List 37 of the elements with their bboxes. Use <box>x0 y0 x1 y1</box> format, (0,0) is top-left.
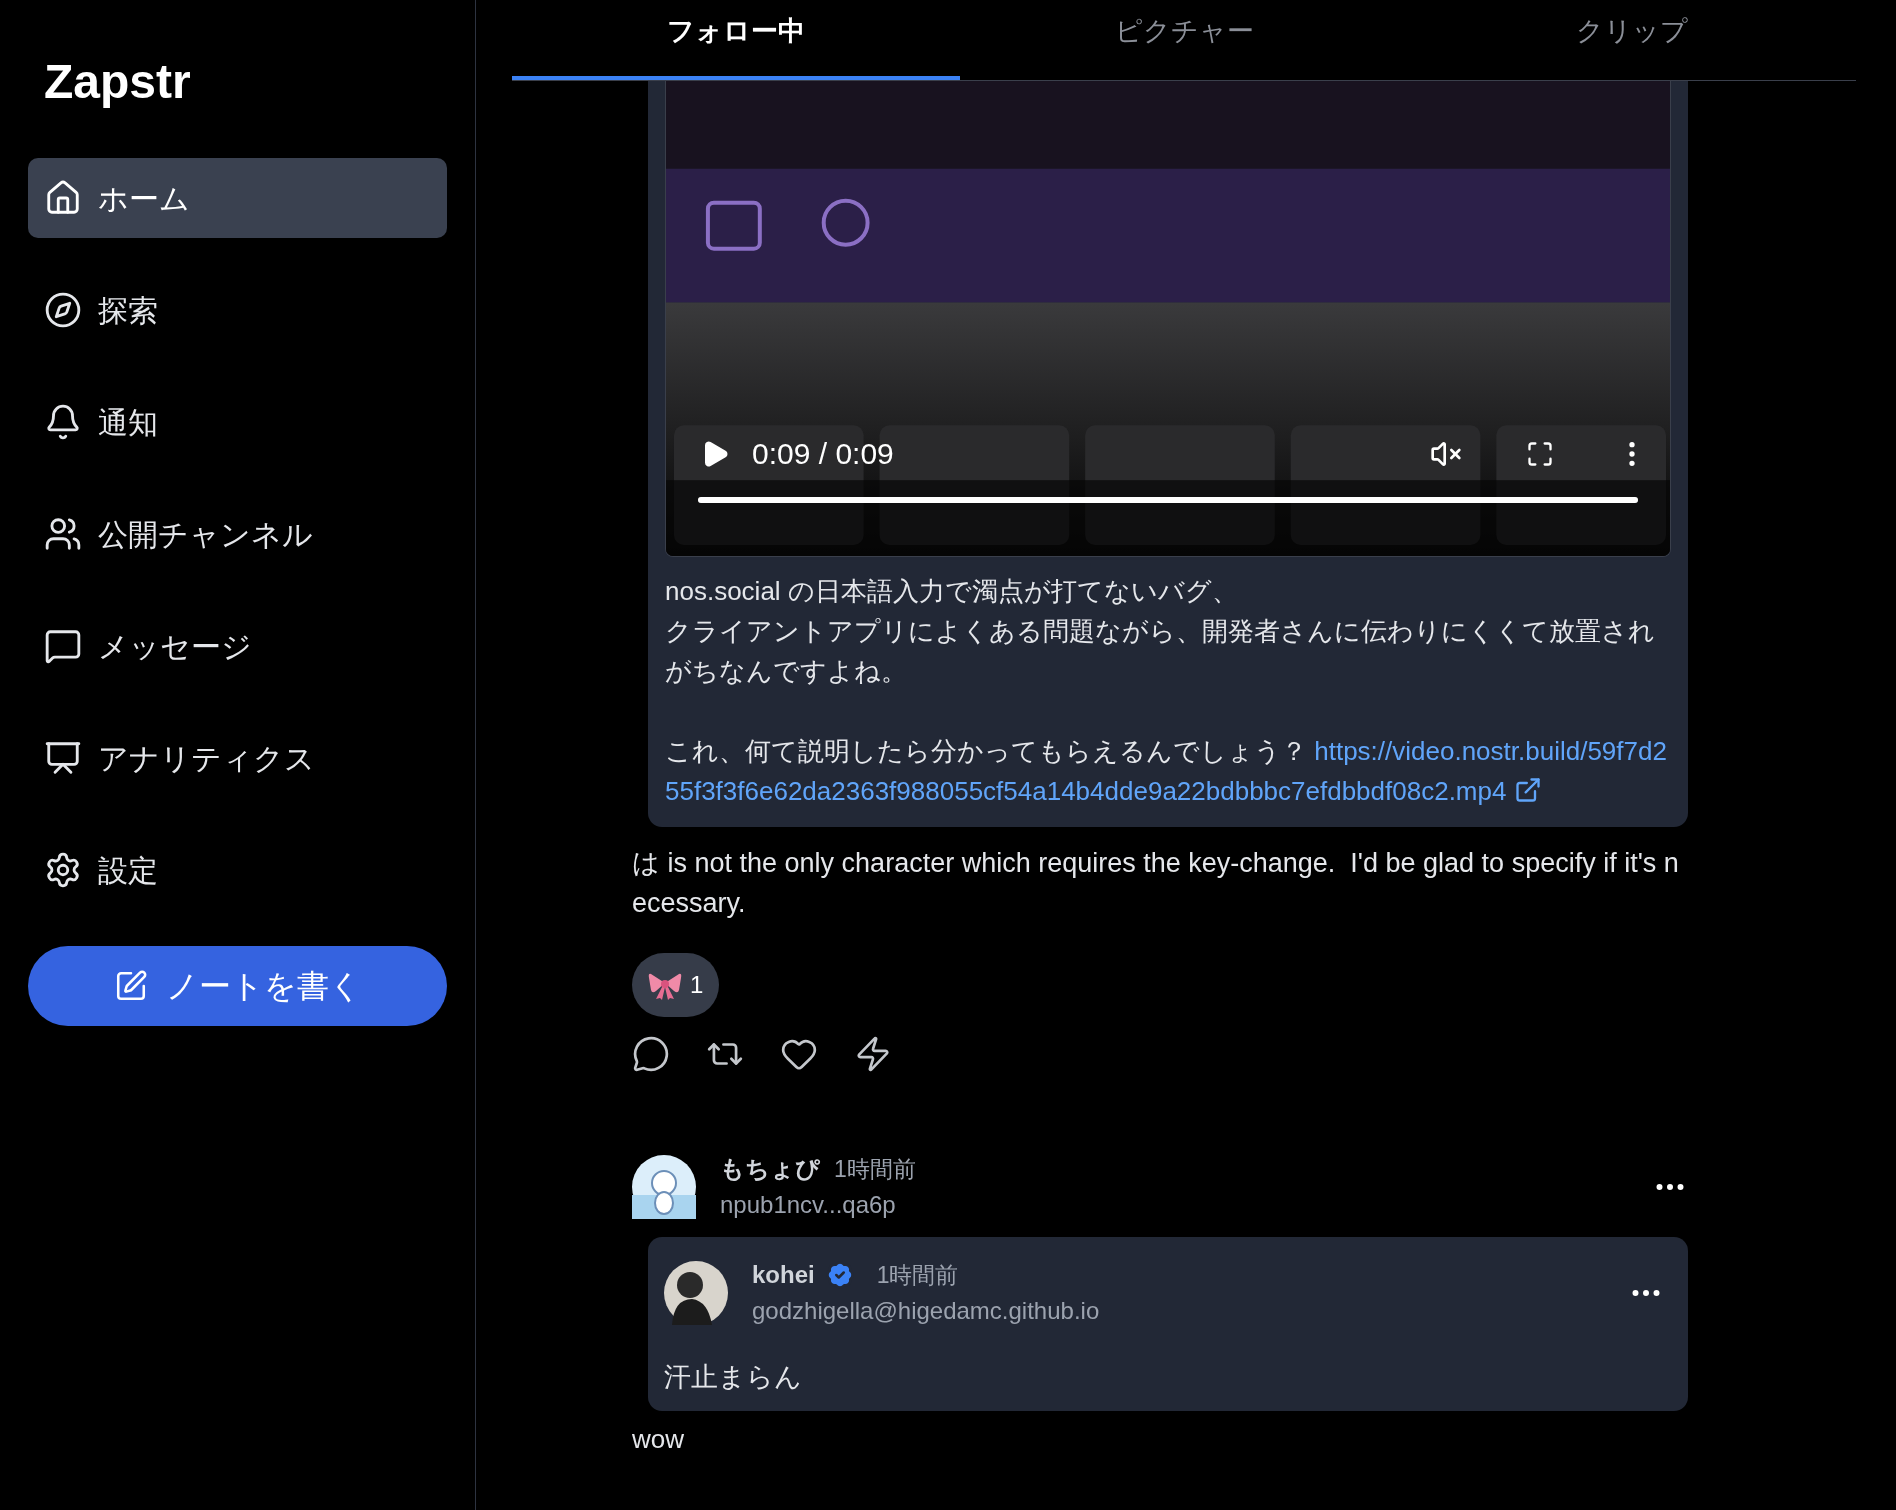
users-icon <box>44 515 82 553</box>
nav-item[interactable]: 設定 <box>28 830 447 910</box>
nav-item[interactable]: ホーム <box>28 158 447 238</box>
app-logo[interactable]: Zapstr <box>44 58 191 106</box>
note-text: wow <box>632 1423 684 1456</box>
compass-icon <box>44 291 82 329</box>
video-time: 0:09 / 0:09 <box>752 436 894 472</box>
note-text: nos.social の日本語入力で濁点が打てないバグ、 <box>665 575 1239 608</box>
post-time: 1時間前 <box>834 1155 916 1184</box>
nav-item[interactable]: メッセージ <box>28 606 447 686</box>
note-text: は is not the only character which requires the key-change. I'd be glad to specify if it's necessary. <box>632 847 1680 920</box>
tab[interactable]: ピクチャー <box>960 0 1408 80</box>
reply-icon[interactable] <box>632 1035 670 1073</box>
nav-item[interactable]: アナリティクス <box>28 718 447 798</box>
nav-item[interactable]: 通知 <box>28 382 447 462</box>
bell-icon <box>44 403 82 441</box>
author-name[interactable]: kohei <box>752 1257 815 1293</box>
avatar[interactable] <box>664 1261 728 1325</box>
author-name[interactable]: もちょぴ <box>720 1151 820 1187</box>
chat-bubble-icon <box>44 627 82 665</box>
nav-item[interactable]: 公開チャンネル <box>28 494 447 574</box>
author-handle: npub1ncv...qa6p <box>720 1190 897 1220</box>
author-handle: godzhigella@higedamc.github.io <box>752 1296 1100 1326</box>
reaction-pill[interactable]: 1 <box>632 953 720 1017</box>
fullscreen-icon[interactable] <box>1526 439 1554 468</box>
avatar[interactable] <box>632 1155 696 1219</box>
compose-button[interactable]: ノートを書く <box>28 946 447 1026</box>
external-link-icon[interactable] <box>1514 776 1543 804</box>
settings-icon <box>44 851 82 889</box>
tab[interactable]: クリップ <box>1408 0 1856 80</box>
home-icon <box>44 179 82 217</box>
note-text-with-link[interactable]: これ、何て説明したら分かってもらえるんでしょう？ https://video.nostr.build/59f7d255f3f3f6e62da2363f988055cf54a14b4dde9a22bdbbbc7efdbbdf08c2.mp4 <box>665 731 1671 811</box>
note-text: クライアントアプリによくある問題ながら、開発者さんに伝わりにくくて放置されがちなんですよね。 <box>665 615 1656 688</box>
note-text: 汗止まらん <box>664 1361 803 1394</box>
lightning-icon[interactable] <box>854 1035 892 1073</box>
nav-item[interactable]: 探索 <box>28 270 447 350</box>
post-time: 1時間前 <box>876 1260 959 1290</box>
